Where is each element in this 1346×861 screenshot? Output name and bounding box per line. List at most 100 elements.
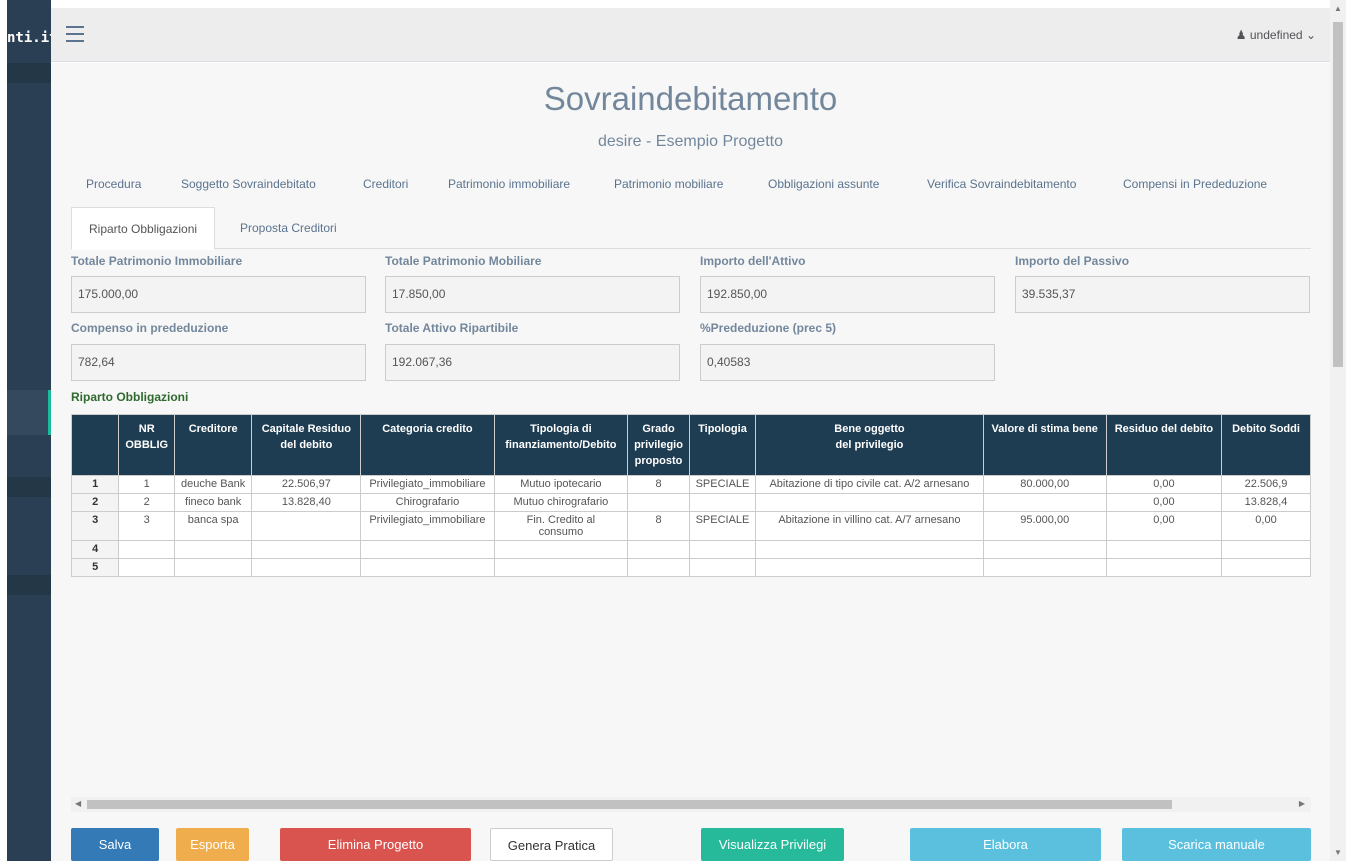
table-cell[interactable] bbox=[755, 540, 984, 559]
table-cell[interactable]: 0,00 bbox=[1105, 493, 1223, 512]
table-cell[interactable]: fineco bank bbox=[173, 493, 253, 512]
table-cell[interactable]: Mutuo ipotecario bbox=[493, 475, 629, 494]
table-cell[interactable] bbox=[1221, 540, 1311, 559]
table-cell[interactable]: 95.000,00 bbox=[982, 511, 1107, 541]
tab-patrimonio-immobiliare[interactable]: Patrimonio immobiliare bbox=[448, 177, 570, 191]
save-button[interactable]: Salva bbox=[71, 828, 159, 861]
scroll-left-icon[interactable]: ◀ bbox=[75, 799, 81, 808]
tab-obbligazioni[interactable]: Obbligazioni assunte bbox=[768, 177, 879, 191]
scroll-down-icon[interactable]: ▼ bbox=[1334, 848, 1342, 857]
table-cell[interactable] bbox=[982, 558, 1107, 577]
table-cell[interactable]: Privilegiato_immobiliare bbox=[360, 511, 495, 541]
table-cell[interactable] bbox=[755, 558, 984, 577]
delete-project-button[interactable]: Elimina Progetto bbox=[280, 828, 471, 861]
table-cell[interactable]: 22.506,97 bbox=[251, 475, 362, 494]
table-row[interactable]: 3 3 banca spa Privilegiato_immobiliare Fin. … bbox=[71, 511, 1311, 541]
table-cell[interactable]: Chirografario bbox=[360, 493, 495, 512]
table-cell[interactable] bbox=[1105, 558, 1223, 577]
table-row[interactable]: 4 bbox=[71, 540, 1311, 559]
table-cell[interactable] bbox=[360, 540, 495, 559]
field-importo-attivo[interactable]: 192.850,00 bbox=[700, 276, 995, 313]
table-cell[interactable]: deuche Bank bbox=[173, 475, 253, 494]
field-attivo-ripartibile[interactable]: 192.067,36 bbox=[385, 344, 680, 381]
table-cell[interactable]: banca spa bbox=[173, 511, 253, 541]
brand-logo-text[interactable]: nti.it bbox=[7, 30, 51, 46]
table-cell[interactable]: Privilegiato_immobiliare bbox=[360, 475, 495, 494]
table-cell[interactable] bbox=[688, 540, 757, 559]
sidebar-band bbox=[7, 63, 51, 83]
table-cell[interactable]: 0,00 bbox=[1105, 511, 1223, 541]
table-row[interactable]: 2 2 fineco bank 13.828,40 Chirografario Mutuo… bbox=[71, 493, 1311, 512]
sidebar-band bbox=[7, 477, 51, 497]
sidebar-item-active[interactable] bbox=[7, 390, 51, 435]
table-cell[interactable] bbox=[493, 558, 629, 577]
elabora-button[interactable]: Elabora bbox=[910, 828, 1101, 861]
table-cell[interactable]: SPECIALE bbox=[688, 511, 757, 541]
table-header-cell: Residuo del debito bbox=[1105, 414, 1223, 476]
table-cell[interactable] bbox=[173, 558, 253, 577]
table-cell[interactable]: 13.828,4 bbox=[1221, 493, 1311, 512]
table-cell[interactable]: 22.506,9 bbox=[1221, 475, 1311, 494]
tab-verifica[interactable]: Verifica Sovraindebitamento bbox=[927, 177, 1076, 191]
generate-practice-button[interactable]: Genera Pratica bbox=[490, 828, 613, 861]
vertical-scrollbar[interactable]: ▲ ▼ bbox=[1330, 0, 1346, 861]
table-cell[interactable]: 80.000,00 bbox=[982, 475, 1107, 494]
tab-creditori[interactable]: Creditori bbox=[363, 177, 408, 191]
tab-proposta-creditori[interactable]: Proposta Creditori bbox=[223, 207, 354, 249]
download-manual-button[interactable]: Scarica manuale bbox=[1122, 828, 1311, 861]
table-row[interactable]: 1 1 deuche Bank 22.506,97 Privilegiato_immob… bbox=[71, 475, 1311, 494]
scroll-right-icon[interactable]: ▶ bbox=[1299, 799, 1305, 808]
table-cell[interactable] bbox=[251, 540, 362, 559]
table-cell[interactable]: 8 bbox=[627, 511, 690, 541]
table-cell[interactable] bbox=[118, 558, 175, 577]
table-cell[interactable]: Abitazione di tipo civile cat. A/2 arnes… bbox=[755, 475, 984, 494]
table-cell[interactable] bbox=[982, 493, 1107, 512]
tab-procedura[interactable]: Procedura bbox=[86, 177, 141, 191]
table-cell[interactable] bbox=[360, 558, 495, 577]
table-cell[interactable]: 2 bbox=[118, 493, 175, 512]
table-cell[interactable]: 1 bbox=[118, 475, 175, 494]
table-cell[interactable] bbox=[688, 558, 757, 577]
field-importo-passivo[interactable]: 39.535,37 bbox=[1015, 276, 1310, 313]
table-cell[interactable] bbox=[982, 540, 1107, 559]
table-row[interactable]: 5 bbox=[71, 558, 1311, 577]
table-cell[interactable] bbox=[118, 540, 175, 559]
riparto-table-container[interactable]: NR OBBLIG Creditore Capitale Residuo del d… bbox=[71, 414, 1311, 610]
table-cell[interactable]: Abitazione in villino cat. A/7 arnesano bbox=[755, 511, 984, 541]
table-cell[interactable] bbox=[251, 558, 362, 577]
field-perc-prededuzione[interactable]: 0,40583 bbox=[700, 344, 995, 381]
field-totale-mobiliare[interactable]: 17.850,00 bbox=[385, 276, 680, 313]
table-cell[interactable] bbox=[627, 540, 690, 559]
user-menu[interactable]: ♟ undefined ⌄ bbox=[1236, 28, 1316, 42]
table-cell[interactable]: Mutuo chirografario bbox=[493, 493, 629, 512]
table-cell[interactable] bbox=[493, 540, 629, 559]
table-cell[interactable]: 3 bbox=[118, 511, 175, 541]
tab-riparto-obbligazioni[interactable]: Riparto Obbligazioni bbox=[71, 207, 216, 250]
export-button[interactable]: Esporta bbox=[176, 828, 249, 861]
scroll-up-icon[interactable]: ▲ bbox=[1334, 4, 1342, 13]
table-cell[interactable]: Fin. Credito al consumo bbox=[493, 511, 629, 541]
field-totale-immobiliare[interactable]: 175.000,00 bbox=[71, 276, 366, 313]
tab-soggetto[interactable]: Soggetto Sovraindebitato bbox=[181, 177, 316, 191]
table-cell[interactable] bbox=[627, 493, 690, 512]
horizontal-scrollbar[interactable]: ◀ ▶ bbox=[71, 797, 1311, 812]
menu-toggle-icon[interactable] bbox=[66, 26, 84, 42]
table-cell[interactable] bbox=[688, 493, 757, 512]
table-cell[interactable]: SPECIALE bbox=[688, 475, 757, 494]
table-cell[interactable]: 13.828,40 bbox=[251, 493, 362, 512]
table-cell[interactable]: 0,00 bbox=[1105, 475, 1223, 494]
tab-compensi[interactable]: Compensi in Prededuzione bbox=[1123, 177, 1267, 191]
horizontal-scroll-thumb[interactable] bbox=[87, 800, 1172, 809]
table-cell[interactable] bbox=[755, 493, 984, 512]
table-cell[interactable] bbox=[627, 558, 690, 577]
table-cell[interactable]: 8 bbox=[627, 475, 690, 494]
table-cell[interactable] bbox=[1105, 540, 1223, 559]
tab-patrimonio-mobiliare[interactable]: Patrimonio mobiliare bbox=[614, 177, 723, 191]
table-cell[interactable] bbox=[251, 511, 362, 541]
field-compenso-prededuzione[interactable]: 782,64 bbox=[71, 344, 366, 381]
table-cell[interactable] bbox=[173, 540, 253, 559]
table-cell[interactable] bbox=[1221, 558, 1311, 577]
table-cell[interactable]: 0,00 bbox=[1221, 511, 1311, 541]
vertical-scroll-thumb[interactable] bbox=[1333, 22, 1343, 367]
view-privileges-button[interactable]: Visualizza Privilegi bbox=[701, 828, 844, 861]
